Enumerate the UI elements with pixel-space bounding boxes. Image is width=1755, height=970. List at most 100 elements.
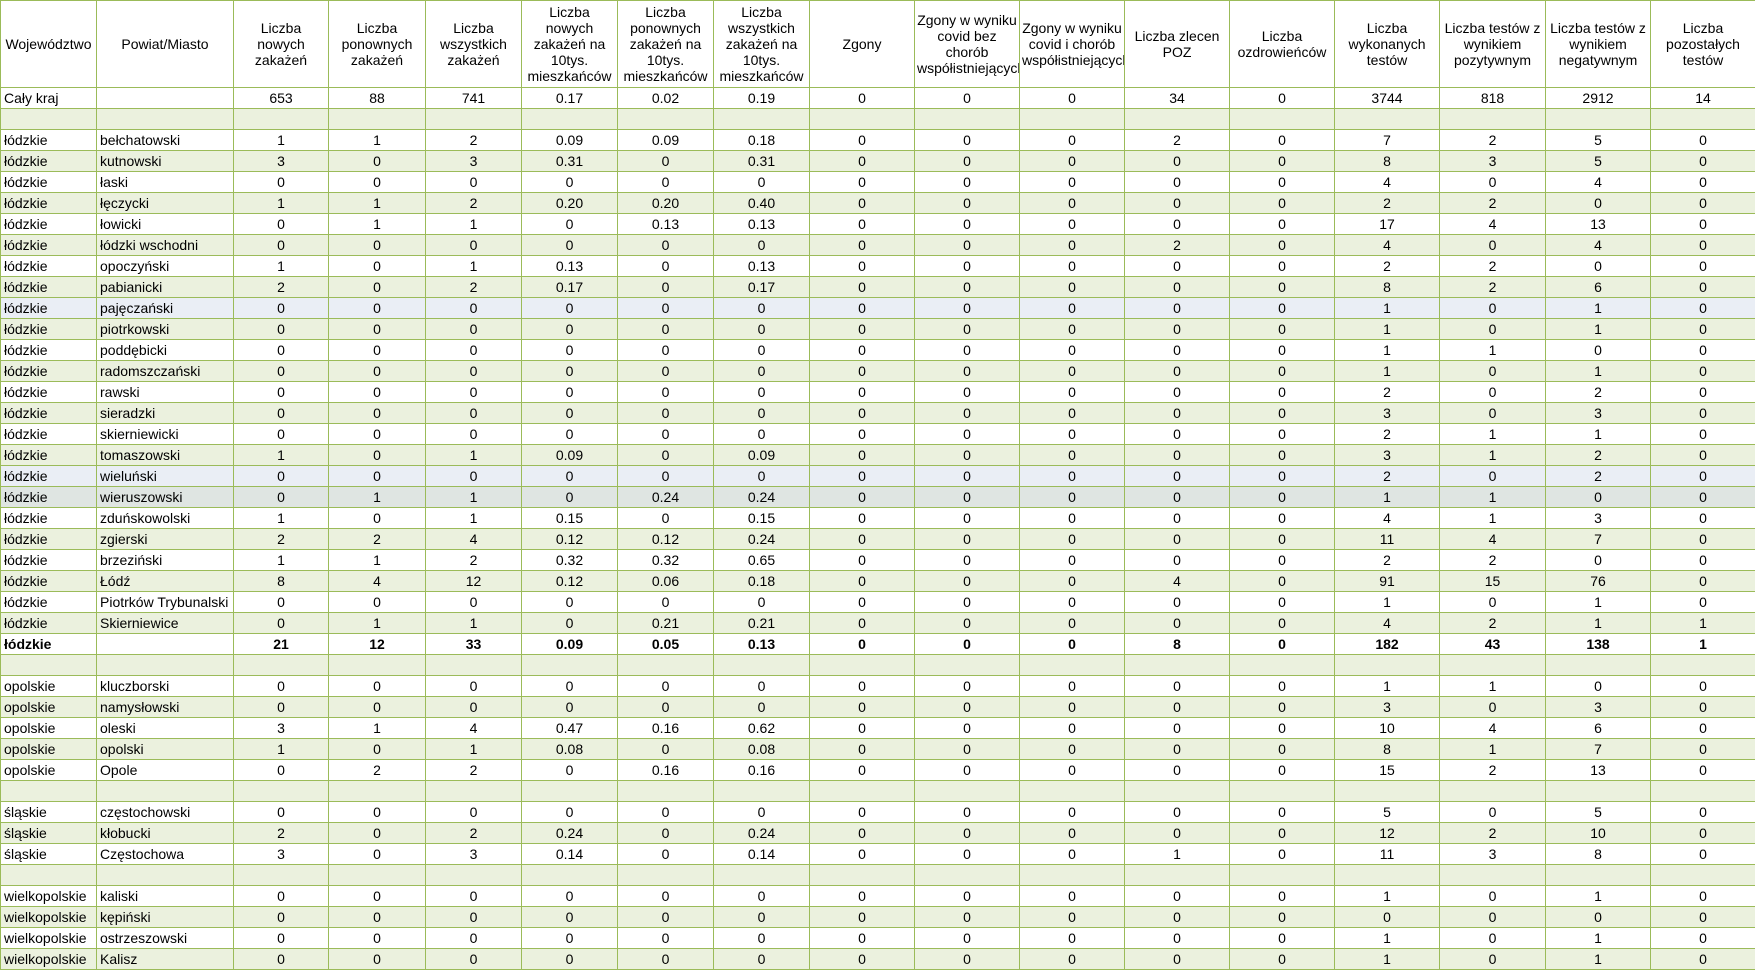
table-cell: 3 (1440, 844, 1546, 865)
table-cell: 0 (714, 466, 810, 487)
table-cell: 0 (522, 949, 618, 970)
table-cell: 17 (1335, 214, 1440, 235)
table-cell: 2 (1440, 256, 1546, 277)
table-cell: 0 (1020, 130, 1125, 151)
table-cell: 0 (329, 592, 426, 613)
table-cell: 0 (522, 403, 618, 424)
table-cell: 0 (810, 928, 915, 949)
table-cell: 0 (1125, 760, 1230, 781)
table-cell: 10 (1335, 718, 1440, 739)
table-cell: 15 (1440, 571, 1546, 592)
table-cell: 0.15 (714, 508, 810, 529)
table-cell: 0 (1440, 319, 1546, 340)
table-cell (1440, 109, 1546, 130)
column-header: Liczba ponownych zakażeń (329, 1, 426, 88)
table-cell: 0 (1546, 487, 1651, 508)
table-cell: śląskie (1, 823, 97, 844)
table-cell: kaliski (97, 886, 234, 907)
table-cell: 0 (1230, 592, 1335, 613)
table-cell: 0 (1125, 277, 1230, 298)
table-cell: 5 (1546, 802, 1651, 823)
table-cell: 0 (714, 235, 810, 256)
table-cell: 0 (1546, 256, 1651, 277)
table-cell: 0 (810, 235, 915, 256)
table-cell: 2 (1440, 277, 1546, 298)
table-row: opolskieopolski1010.0800.08000008170 (1, 739, 1755, 760)
table-cell: 0.13 (618, 214, 714, 235)
table-cell (1440, 655, 1546, 676)
table-cell: 0 (915, 907, 1020, 928)
table-cell: 0 (1125, 928, 1230, 949)
table-cell: 0 (810, 130, 915, 151)
table-cell: 4 (426, 718, 522, 739)
table-cell: 0 (1125, 529, 1230, 550)
table-row (1, 109, 1755, 130)
table-cell: 0.15 (522, 508, 618, 529)
table-cell: 0 (915, 235, 1020, 256)
table-cell: 0 (915, 361, 1020, 382)
table-cell: 1 (1335, 592, 1440, 613)
table-cell: łódzkie (1, 403, 97, 424)
table-cell: 0.31 (714, 151, 810, 172)
table-cell: opoczyński (97, 256, 234, 277)
table-row: łódzkieskierniewicki000000000002110 (1, 424, 1755, 445)
table-cell: 0 (1020, 445, 1125, 466)
table-cell (97, 109, 234, 130)
table-cell: 2 (1335, 466, 1440, 487)
table-cell: 0 (1440, 466, 1546, 487)
table-cell: łaski (97, 172, 234, 193)
table-cell: 0 (1651, 235, 1755, 256)
table-cell: 0 (810, 613, 915, 634)
column-header: Powiat/Miasto (97, 1, 234, 88)
table-cell: 0 (522, 928, 618, 949)
table-row: łódzkiezgierski2240.120.120.240000011470 (1, 529, 1755, 550)
table-cell: 15 (1335, 760, 1440, 781)
table-cell (1546, 109, 1651, 130)
table-cell: 0 (1230, 634, 1335, 655)
table-cell: 0 (915, 592, 1020, 613)
table-cell: sieradzki (97, 403, 234, 424)
table-cell: 0 (234, 760, 329, 781)
table-cell: 2 (329, 529, 426, 550)
table-cell (1125, 109, 1230, 130)
table-cell: 1 (1440, 445, 1546, 466)
table-cell: 0 (522, 802, 618, 823)
table-cell: 182 (1335, 634, 1440, 655)
table-cell: 0 (1125, 361, 1230, 382)
table-cell: 0 (1230, 193, 1335, 214)
table-cell: 0 (1440, 802, 1546, 823)
table-cell: 0 (810, 697, 915, 718)
table-row: łódzkiesieradzki000000000003030 (1, 403, 1755, 424)
table-cell: 0 (714, 907, 810, 928)
table-cell: 0 (234, 382, 329, 403)
table-cell: 0 (329, 403, 426, 424)
table-cell: 0 (1230, 760, 1335, 781)
table-cell: 88 (329, 88, 426, 109)
table-cell: 0.62 (714, 718, 810, 739)
table-cell: 0 (329, 382, 426, 403)
table-cell: 0 (522, 172, 618, 193)
table-cell (618, 109, 714, 130)
table-cell: 1 (1546, 928, 1651, 949)
table-cell: 0 (1125, 613, 1230, 634)
table-cell: 0.31 (522, 151, 618, 172)
table-cell: 2 (1125, 235, 1230, 256)
table-cell: 3 (1546, 697, 1651, 718)
table-cell: 0 (1651, 529, 1755, 550)
table-cell: 0 (915, 949, 1020, 970)
table-cell: 0 (234, 886, 329, 907)
table-cell: 3 (1440, 151, 1546, 172)
table-cell: 0 (618, 256, 714, 277)
table-cell: 0 (426, 592, 522, 613)
table-cell: 0.65 (714, 550, 810, 571)
table-cell (329, 865, 426, 886)
table-cell (714, 781, 810, 802)
table-cell: 3744 (1335, 88, 1440, 109)
table-cell: 0 (618, 361, 714, 382)
table-cell: 1 (1335, 676, 1440, 697)
table-cell: 0 (1440, 172, 1546, 193)
table-cell: 0 (915, 340, 1020, 361)
table-cell: 0 (329, 340, 426, 361)
table-cell: łódzkie (1, 592, 97, 613)
table-cell: 4 (1546, 235, 1651, 256)
